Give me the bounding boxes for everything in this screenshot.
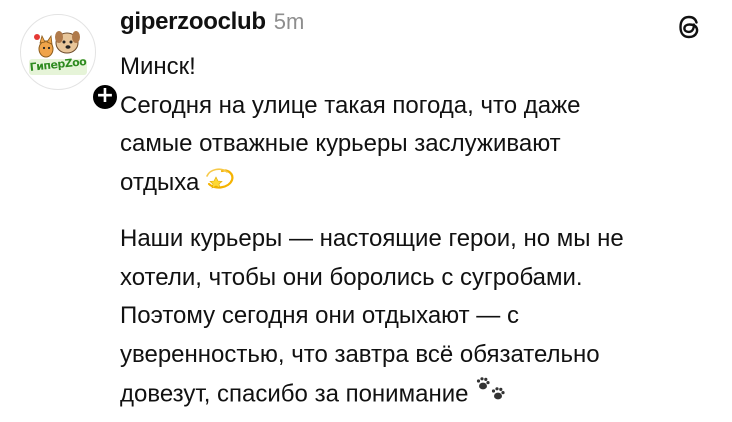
text-line: уверенностью, что завтра всё обязательно <box>120 340 600 368</box>
text-line: Поэтому сегодня они отдыхают — с <box>120 302 519 330</box>
avatar-image <box>20 14 96 90</box>
text-line: Наши курьеры — настоящие герои, но мы не <box>120 225 624 253</box>
threads-logo-icon[interactable] <box>672 10 706 44</box>
threads-post: ГиперZoo + giperzooclub 5m Минск! Сегодн… <box>0 0 732 422</box>
text-line: самые отважные курьеры заслуживают <box>120 130 561 157</box>
text-line: довезут, спасибо за понимание <box>120 381 469 408</box>
post-body: Минск! Сегодня на улице такая погода, чт… <box>120 48 720 417</box>
paragraph-couriers: Наши курьеры — настоящие герои, но мы не… <box>120 220 720 417</box>
text-line: Сегодня на улице такая погода, что даже <box>120 91 581 119</box>
dizzy-icon <box>205 164 235 203</box>
post-header: giperzooclub 5m <box>120 8 304 44</box>
paw-prints-icon <box>474 374 508 417</box>
avatar[interactable]: ГиперZoo + <box>20 14 120 112</box>
giperzoo-mascot-logo <box>29 31 87 75</box>
text-line: отдыха <box>120 168 200 196</box>
paragraph-greeting: Минск! <box>120 48 720 87</box>
text-line: хотели, чтобы они боролись с сугробами. <box>120 263 583 291</box>
paragraph-weather: Сегодня на улице такая погода, что даже … <box>120 87 720 203</box>
timestamp[interactable]: 5m <box>274 9 305 35</box>
text-line: Минск! <box>120 53 196 80</box>
username-link[interactable]: giperzooclub <box>120 8 266 36</box>
follow-button[interactable]: + <box>90 82 120 112</box>
